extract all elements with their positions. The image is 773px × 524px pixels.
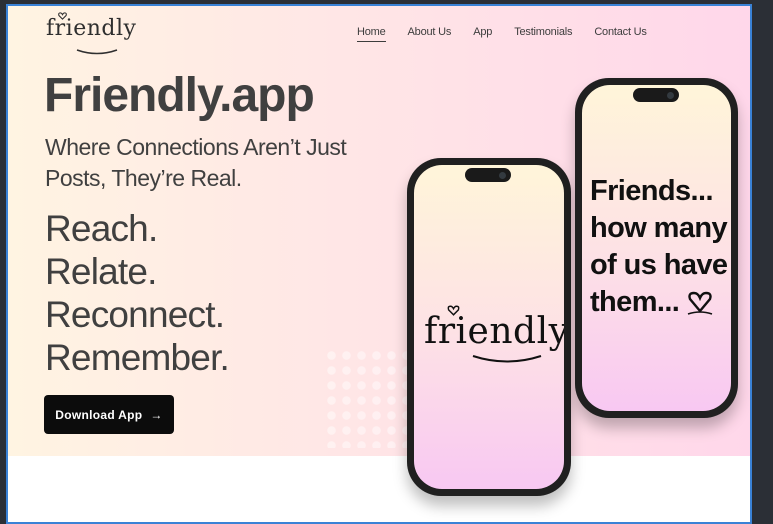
- main-nav: Home About Us App Testimonials Contact U…: [357, 26, 669, 42]
- arrow-right-icon: →: [150, 407, 163, 422]
- phone-logo: friendly: [424, 305, 564, 363]
- friends-quote: Friends... how many of us have them...: [590, 173, 731, 321]
- camera-icon: [499, 172, 506, 179]
- quote-line: them...: [590, 286, 680, 318]
- nav-testimonials[interactable]: Testimonials: [514, 26, 572, 42]
- hero-tagline: Reach. Relate. Reconnect. Remember.: [45, 207, 230, 379]
- nav-contact-us[interactable]: Contact Us: [594, 26, 647, 42]
- phone-mockup-left: friendly: [407, 158, 571, 496]
- tagline-reach: Reach.: [45, 208, 158, 249]
- decorative-dots: [324, 348, 414, 448]
- hero-title: Friendly.app: [44, 69, 315, 122]
- nav-home[interactable]: Home: [357, 26, 386, 42]
- browser-viewport: friendly Home About Us App Testimonials …: [6, 4, 752, 524]
- phone-mockup-right: Friends... how many of us have them...: [575, 78, 738, 418]
- quote-line: Friends...: [590, 175, 714, 207]
- heart-icon: [447, 305, 460, 316]
- nav-about-us[interactable]: About Us: [408, 26, 452, 42]
- quote-line: of us have: [590, 249, 728, 281]
- quote-line-last: them...: [590, 284, 731, 321]
- heart-icon: [58, 12, 67, 20]
- heart-doodle-icon: [687, 291, 713, 315]
- logo-underline-icon: [76, 49, 118, 55]
- tagline-relate: Relate.: [45, 251, 157, 292]
- phone-screen-right: Friends... how many of us have them...: [582, 85, 731, 411]
- download-app-label: Download App: [55, 407, 143, 422]
- tagline-reconnect: Reconnect.: [45, 294, 225, 335]
- tagline-remember: Remember.: [45, 337, 230, 378]
- phone-logo-text: friendly: [424, 311, 564, 352]
- nav-app[interactable]: App: [473, 26, 492, 42]
- brand-logo[interactable]: friendly: [46, 12, 136, 55]
- hero-subtitle: Where Connections Aren’t Just Posts, The…: [45, 134, 347, 191]
- camera-icon: [667, 92, 674, 99]
- quote-line: how many: [590, 212, 728, 244]
- hero-section: friendly Home About Us App Testimonials …: [8, 6, 750, 496]
- phone-screen-left: friendly: [414, 165, 564, 489]
- logo-underline-icon: [472, 355, 542, 363]
- download-app-button[interactable]: Download App →: [44, 395, 174, 434]
